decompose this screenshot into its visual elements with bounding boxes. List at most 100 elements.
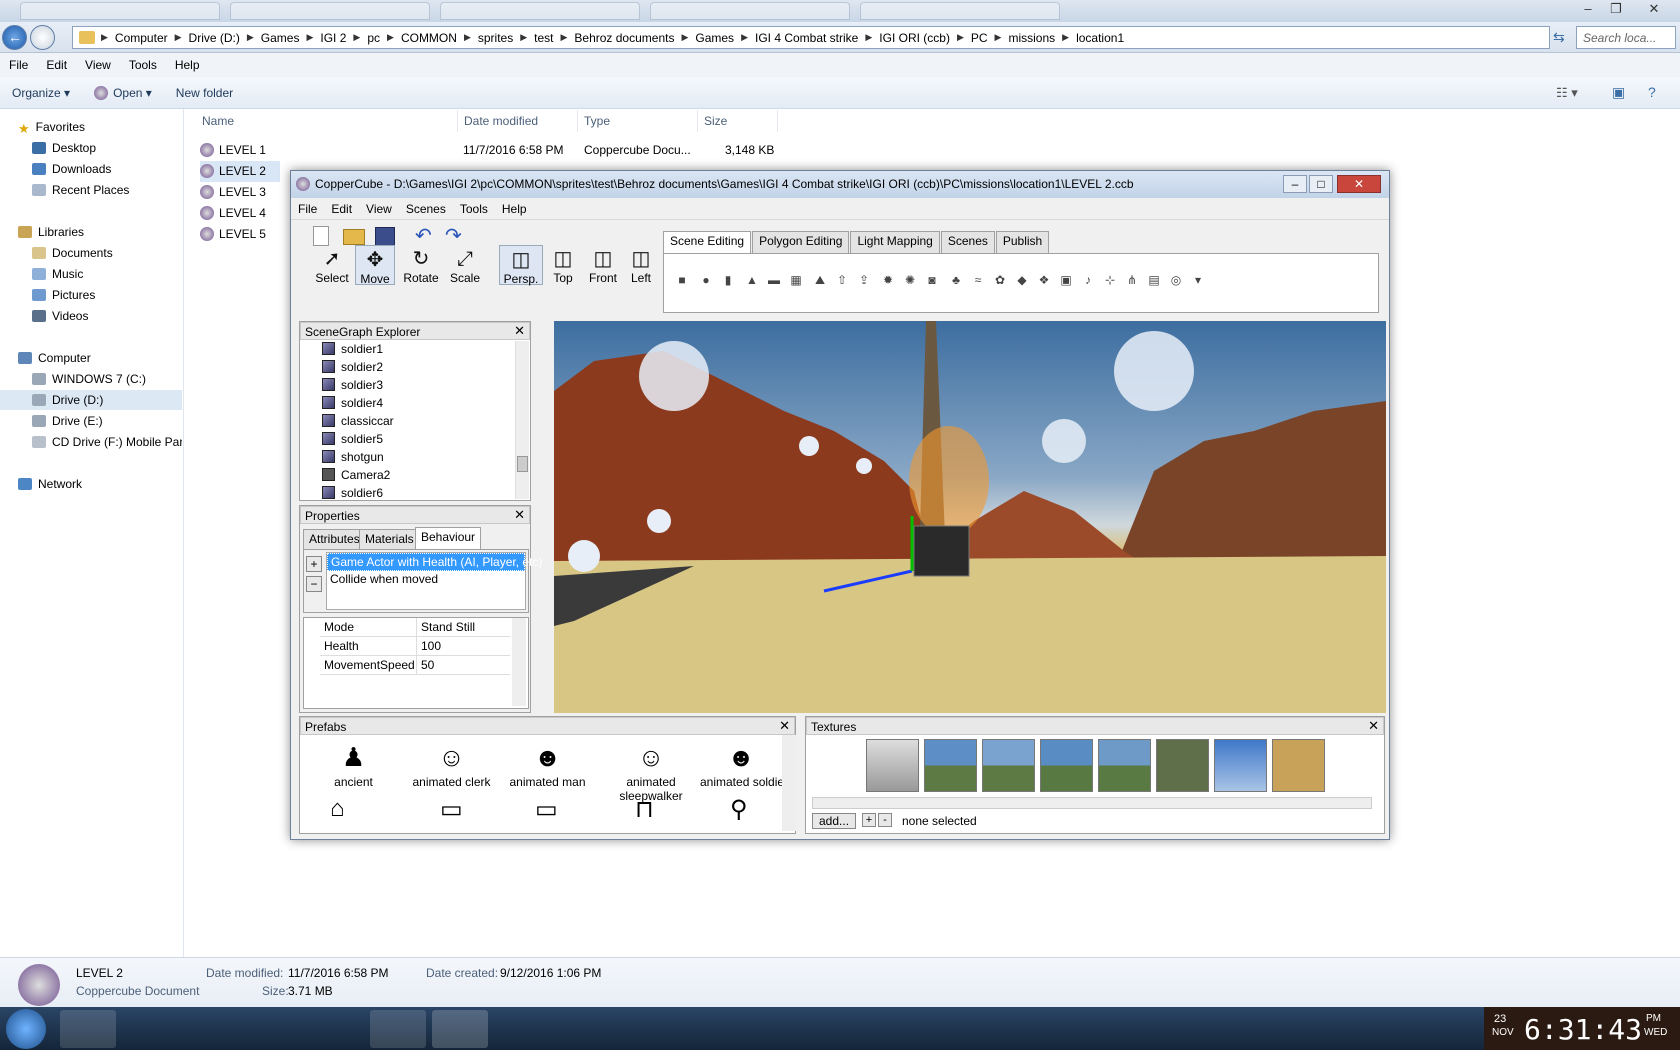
tab-materials[interactable]: Materials xyxy=(359,529,420,549)
menu-edit[interactable]: Edit xyxy=(324,202,359,216)
close-icon[interactable]: ✕ xyxy=(514,506,525,524)
back-button[interactable]: ← xyxy=(2,25,27,50)
close-button[interactable]: ✕ xyxy=(1337,175,1381,193)
menu-scenes[interactable]: Scenes xyxy=(399,202,453,216)
tab-light-mapping[interactable]: Light Mapping xyxy=(850,231,940,253)
bed-icon[interactable]: ▭ xyxy=(440,795,463,824)
menu-view[interactable]: View xyxy=(76,58,120,72)
scrollbar[interactable] xyxy=(515,341,529,499)
water-icon[interactable]: ≈ xyxy=(970,272,986,288)
menu-tools[interactable]: Tools xyxy=(453,202,495,216)
select-tool[interactable]: ➚ Select xyxy=(313,247,351,285)
add-behaviour-button[interactable]: + xyxy=(306,556,322,572)
tab-polygon-editing[interactable]: Polygon Editing xyxy=(752,231,850,253)
breadcrumb[interactable]: Computer xyxy=(110,31,173,45)
preview-pane-icon[interactable]: ▣ xyxy=(1612,84,1625,101)
close-icon[interactable]: ✕ xyxy=(1368,717,1379,735)
behaviour-item[interactable]: Collide when moved xyxy=(327,571,525,587)
property-value[interactable]: 50 xyxy=(416,656,434,675)
coppercube-taskbar-icon[interactable] xyxy=(432,1010,488,1048)
breadcrumb[interactable]: Games xyxy=(256,31,305,45)
background-tab[interactable] xyxy=(860,2,1060,20)
plane-icon[interactable]: ▬ xyxy=(766,272,782,288)
breadcrumb[interactable]: Behroz documents xyxy=(569,31,679,45)
scene-node[interactable]: shotgun xyxy=(322,448,384,466)
column-size[interactable]: Size xyxy=(698,110,778,132)
property-value[interactable]: 100 xyxy=(416,637,441,656)
scrollbar[interactable] xyxy=(512,618,526,706)
chevron-down-icon[interactable]: ▾ xyxy=(1190,272,1206,288)
tab-behaviour[interactable]: Behaviour xyxy=(415,527,482,549)
tree-icon[interactable]: ♣ xyxy=(948,272,964,288)
menu-file[interactable]: File xyxy=(0,58,37,72)
prefab-item[interactable]: ☺ animated clerk xyxy=(404,739,499,789)
clock[interactable]: 23 NOV 6:31:43 PM WED xyxy=(1484,1007,1680,1050)
breadcrumb[interactable]: pc xyxy=(362,31,385,45)
property-row[interactable]: MovementSpeed 50 xyxy=(320,656,510,675)
close-icon[interactable]: ✕ xyxy=(514,322,525,340)
nav-drive-e[interactable]: Drive (E:) xyxy=(32,411,214,431)
file-row[interactable]: LEVEL 1 11/7/2016 6:58 PM Coppercube Doc… xyxy=(200,140,774,161)
nav-drive-c[interactable]: WINDOWS 7 (C:) xyxy=(32,369,214,389)
scrollbar-thumb[interactable] xyxy=(517,456,528,472)
file-row[interactable]: LEVEL 2 xyxy=(200,161,280,182)
add-texture-button[interactable]: add... xyxy=(812,813,857,829)
scene-node[interactable]: soldier6 xyxy=(322,484,383,502)
menu-help[interactable]: Help xyxy=(166,58,209,72)
nav-documents[interactable]: Documents xyxy=(32,243,214,263)
breadcrumb[interactable]: Games xyxy=(690,31,739,45)
sphere-icon[interactable]: ● xyxy=(698,272,714,288)
menu-help[interactable]: Help xyxy=(495,202,534,216)
import-icon[interactable]: ⇪ xyxy=(856,272,872,288)
view-options-icon[interactable]: ☷ ▾ xyxy=(1556,85,1578,101)
firefox-taskbar-icon[interactable] xyxy=(370,1010,426,1048)
breadcrumb[interactable]: Drive (D:) xyxy=(184,31,245,45)
background-tab[interactable] xyxy=(650,2,850,20)
clock-app-taskbar-icon[interactable] xyxy=(308,1010,364,1048)
tab-publish[interactable]: Publish xyxy=(995,231,1050,253)
column-date[interactable]: Date modified xyxy=(458,110,578,132)
mobile-input-icon[interactable]: ◎ xyxy=(1168,272,1184,288)
cube-icon[interactable]: ■ xyxy=(674,272,690,288)
left-view-button[interactable]: ◫ Left xyxy=(623,247,659,285)
breadcrumb[interactable]: IGI 2 xyxy=(315,31,351,45)
cone-icon[interactable]: ▲ xyxy=(744,272,760,288)
move-tool[interactable]: ✥ Move xyxy=(355,245,395,286)
save-icon[interactable] xyxy=(375,227,395,247)
property-value[interactable]: Stand Still xyxy=(416,618,475,637)
scene-node[interactable]: classiccar xyxy=(322,412,394,430)
column-name[interactable]: Name xyxy=(196,110,458,132)
nav-pictures[interactable]: Pictures xyxy=(32,285,214,305)
top-view-button[interactable]: ◫ Top xyxy=(545,247,581,285)
close-icon[interactable]: ✕ xyxy=(779,717,790,735)
nav-videos[interactable]: Videos xyxy=(32,306,214,326)
menu-view[interactable]: View xyxy=(359,202,399,216)
nav-recent[interactable]: Recent Places xyxy=(32,180,214,200)
chrome-taskbar-icon[interactable] xyxy=(184,1010,240,1048)
scene-node[interactable]: Camera2 xyxy=(322,466,390,484)
prefab-item[interactable]: ♟ ancient xyxy=(306,739,401,789)
breadcrumb[interactable]: PC xyxy=(966,31,993,45)
skybox-icon[interactable]: ▦ xyxy=(788,272,804,288)
bench-icon[interactable]: ⊓ xyxy=(635,795,654,824)
prefab-item[interactable]: ☻ animated man xyxy=(500,739,595,789)
breadcrumb[interactable]: test xyxy=(529,31,558,45)
scene-node[interactable]: soldier1 xyxy=(322,340,383,358)
background-tab[interactable] xyxy=(20,2,220,20)
breadcrumb[interactable]: location1 xyxy=(1071,31,1129,45)
breadcrumb[interactable]: COMMON xyxy=(396,31,462,45)
scene-node[interactable]: soldier4 xyxy=(322,394,383,412)
bed-icon[interactable]: ▭ xyxy=(535,795,558,824)
breadcrumb[interactable]: missions xyxy=(1003,31,1060,45)
grass-icon[interactable]: ✿ xyxy=(992,272,1008,288)
light-icon[interactable]: ✹ xyxy=(880,272,896,288)
menu-edit[interactable]: Edit xyxy=(37,58,76,72)
particle-icon[interactable]: ✺ xyxy=(902,272,918,288)
property-row[interactable]: Health 100 xyxy=(320,637,510,656)
menu-file[interactable]: File xyxy=(291,202,324,216)
start-button[interactable] xyxy=(6,1009,46,1049)
new-file-icon[interactable] xyxy=(313,226,329,246)
tab-scenes[interactable]: Scenes xyxy=(940,231,995,253)
import-mesh-icon[interactable]: ⇧ xyxy=(834,272,850,288)
prefab-item[interactable]: ☻ animated soldier xyxy=(700,739,782,789)
